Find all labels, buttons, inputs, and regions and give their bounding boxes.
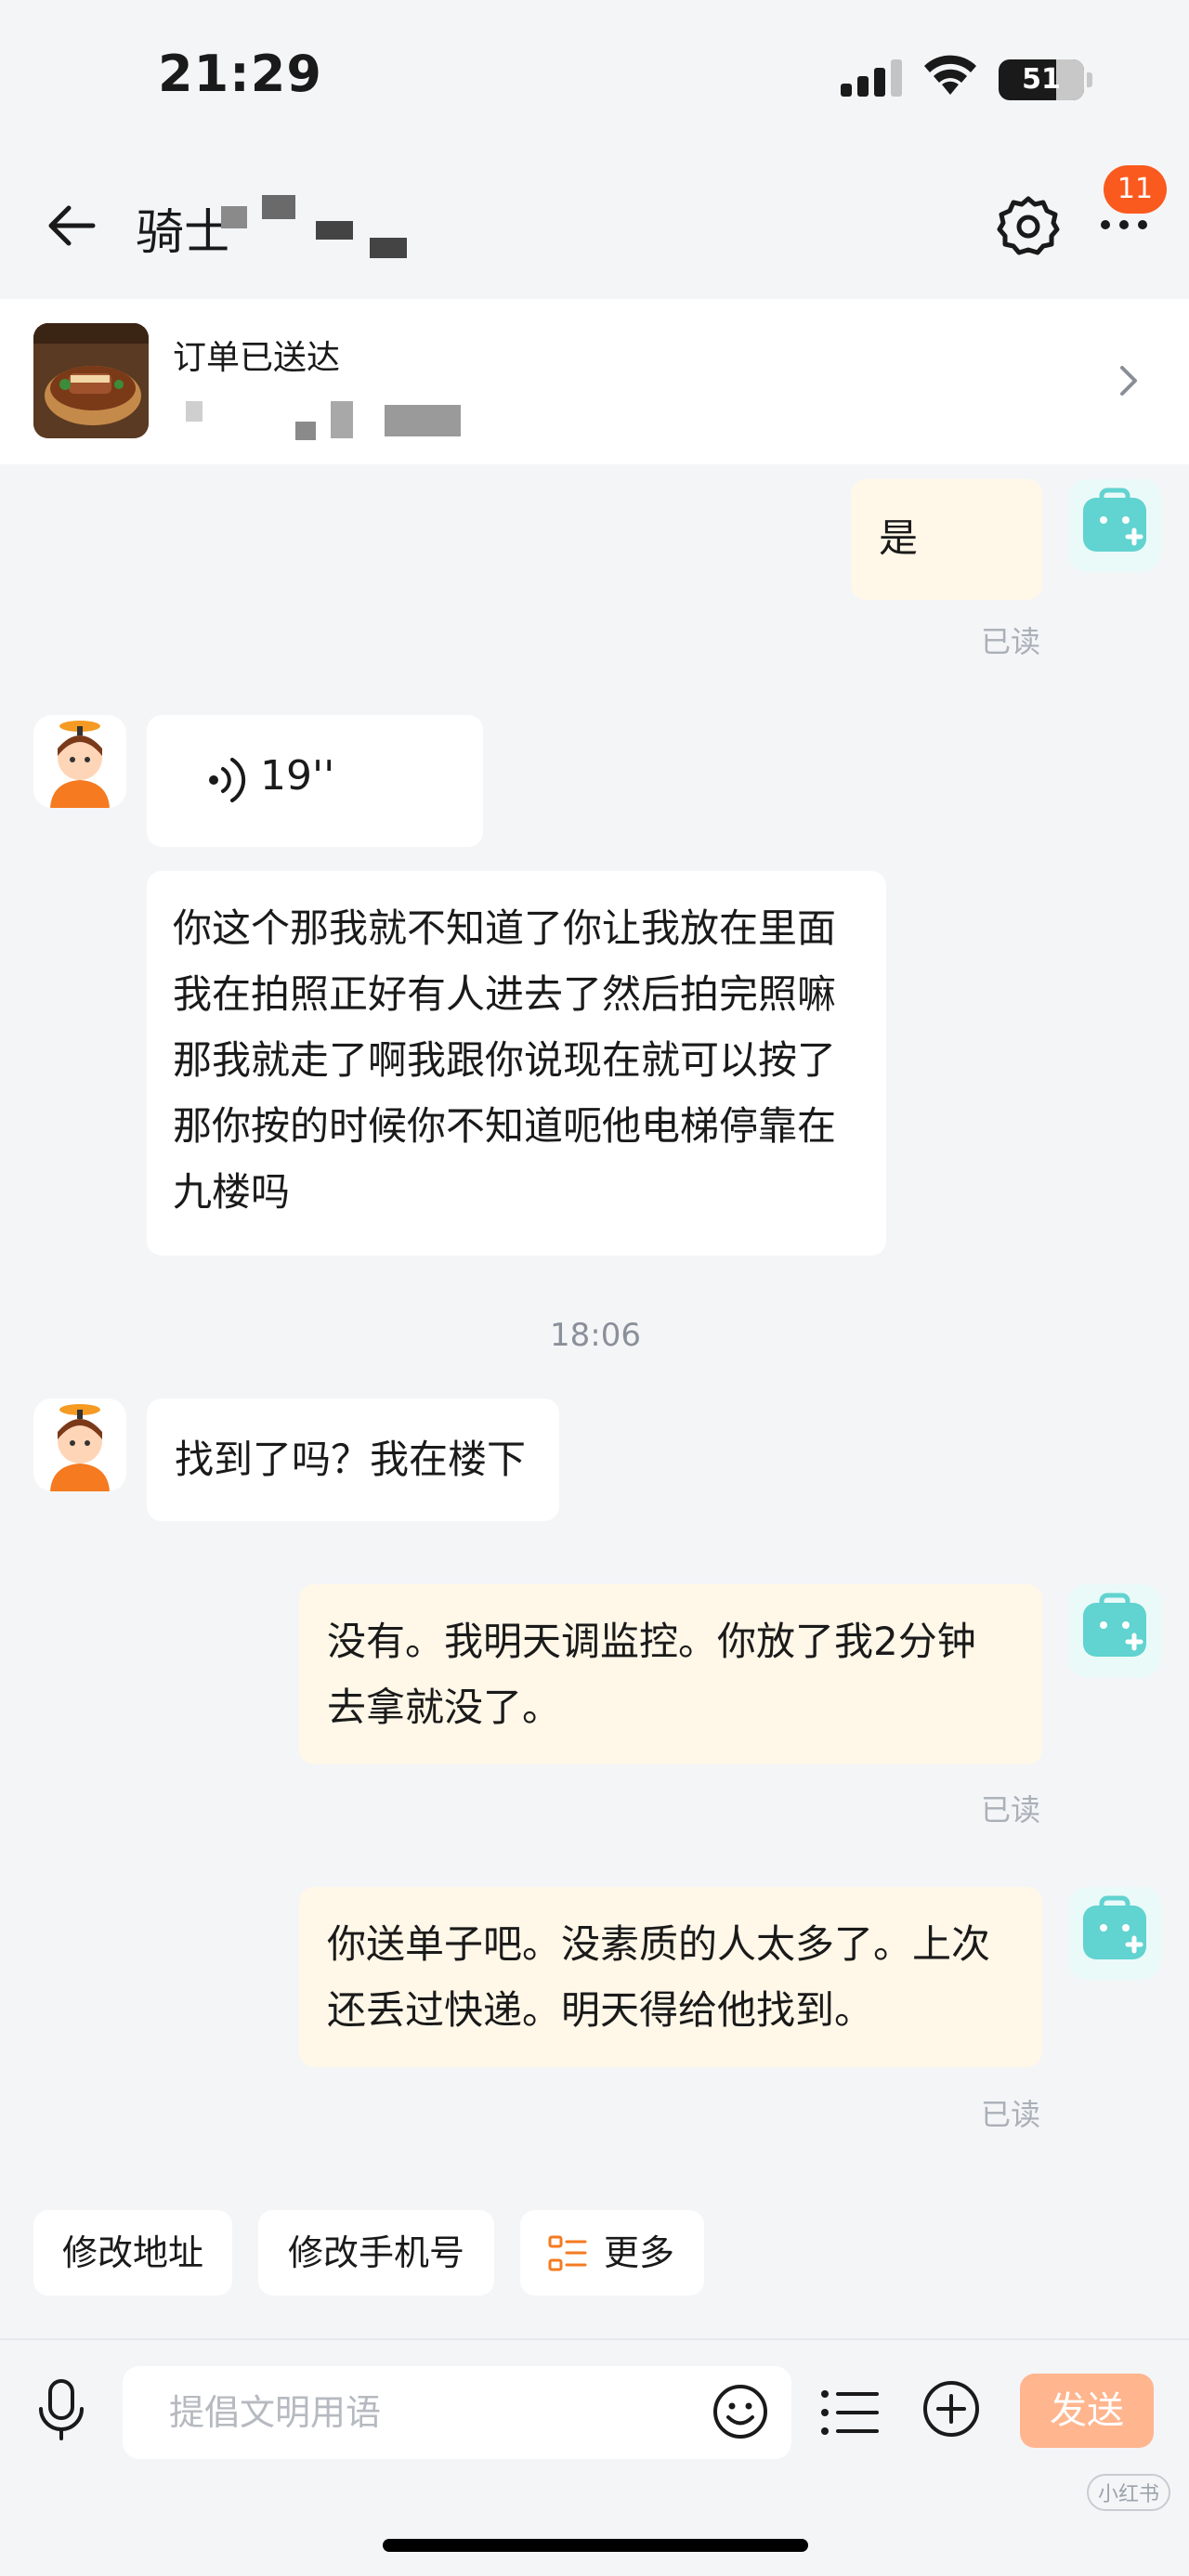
read-receipt: 已读 [981,1792,1041,1828]
battery-tip [1087,72,1092,87]
notification-badge: 11 [1104,165,1167,214]
more-actions-label: 更多 [604,2232,675,2273]
change-phone-label: 修改手机号 [287,2232,464,2273]
rider-message-bubble: 找到了吗？我在楼下 [147,1399,559,1521]
plus-circle-icon[interactable] [921,2379,981,2439]
chat-timestamp: 18:06 [550,1317,641,1354]
signal-icon [841,59,902,97]
my-message-bubble: 没有。我明天调监控。你放了我2分钟去拿就没了。 [299,1584,1042,1764]
redacted-order-info [331,401,353,438]
redacted-name [316,221,353,240]
my-avatar[interactable] [1068,1584,1161,1677]
voice-wave-icon [209,758,246,802]
my-avatar[interactable] [1068,479,1161,572]
status-time: 21:29 [158,45,322,103]
message-input[interactable]: 提倡文明用语 [123,2366,791,2459]
my-message-bubble: 你送单子吧。没素质的人太多了。上次还丢过快递。明天得给他找到。 [299,1887,1042,2067]
redacted-name [221,206,247,228]
order-card[interactable] [0,299,1189,464]
change-address-button[interactable]: 修改地址 [33,2210,232,2296]
rider-message-bubble: 你这个那我就不知道了你让我放在里面我在拍照正好有人进去了然后拍完照嘛那我就走了啊… [147,871,886,1255]
message-text: 你这个那我就不知道了你让我放在里面我在拍照正好有人进去了然后拍完照嘛那我就走了啊… [173,905,837,1215]
message-text: 找到了吗？我在楼下 [175,1437,527,1482]
change-phone-button[interactable]: 修改手机号 [258,2210,494,2296]
page-title: 骑士 [136,205,233,261]
order-status: 订单已送达 [173,339,341,377]
watermark: 小红书 [1087,2474,1171,2511]
back-arrow-icon[interactable] [41,195,102,256]
voice-message-bubble[interactable]: 19'' [147,715,483,847]
gear-icon[interactable] [996,193,1061,258]
emoji-icon[interactable] [712,2383,769,2440]
redacted-order-info [186,401,203,422]
battery-indicator: 51 [999,59,1084,100]
list-orange-icon [548,2235,587,2271]
read-receipt: 已读 [981,2097,1041,2132]
mic-icon[interactable] [35,2377,87,2442]
message-text: 你送单子吧。没素质的人太多了。上次还丢过快递。明天得给他找到。 [327,1921,991,2033]
message-text: 没有。我明天调监控。你放了我2分钟去拿就没了。 [327,1619,976,1730]
order-food-image [33,323,149,438]
message-text: 是 [879,515,919,561]
redacted-order-info [385,405,461,436]
send-button[interactable]: 发送 [1020,2374,1154,2448]
more-actions-button[interactable]: 更多 [520,2210,704,2296]
redacted-name [370,238,407,258]
voice-duration: 19'' [260,752,335,800]
rider-avatar[interactable] [33,1399,126,1491]
redacted-order-info [295,422,316,440]
wifi-icon [924,55,976,95]
my-message-bubble: 是 [851,479,1042,600]
home-indicator [383,2539,808,2552]
list-icon[interactable] [819,2385,881,2440]
read-receipt: 已读 [981,624,1041,659]
chevron-right-icon[interactable] [1115,362,1141,399]
redacted-name [262,195,295,219]
rider-avatar[interactable] [33,715,126,808]
change-address-label: 修改地址 [61,2232,203,2273]
my-avatar[interactable] [1068,1887,1161,1980]
